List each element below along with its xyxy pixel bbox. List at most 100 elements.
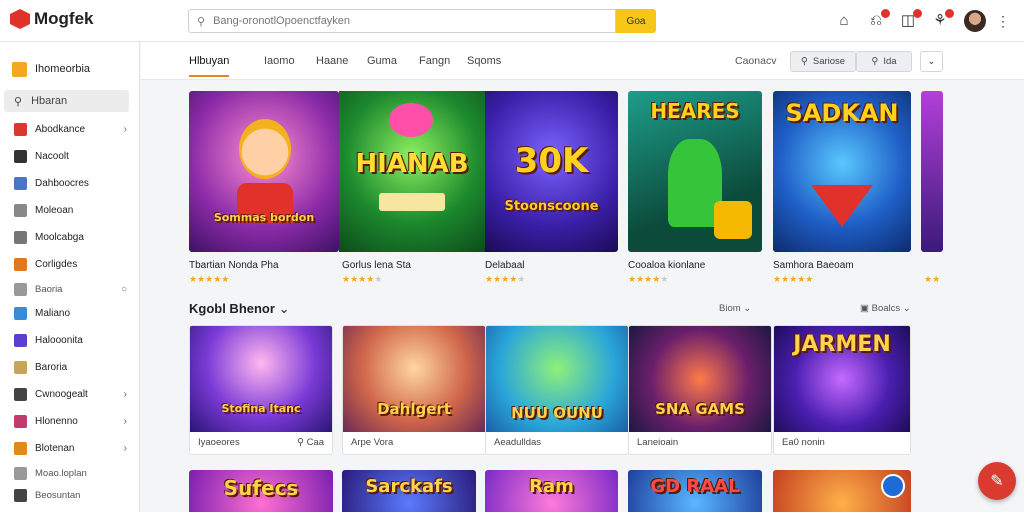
tab-hlbuyan[interactable]: Hlbuyan	[189, 55, 230, 77]
search-icon: ⚲	[197, 15, 206, 28]
game-tile-9[interactable]: GD RAAL	[628, 470, 762, 512]
sidebar-selected-label: Hbaran	[31, 95, 68, 107]
featured-title-1[interactable]: Tbartian Nonda Pha	[189, 260, 279, 271]
game-tile-label: Aeadulldas	[494, 437, 542, 448]
game-tile-art-title: Ram	[529, 476, 574, 497]
featured-card-2[interactable]: HIANAB	[339, 91, 485, 252]
featured-card-art: Sommas bordon	[189, 91, 339, 252]
sort-dropdown[interactable]: Biom ⌄	[719, 303, 751, 314]
search-button[interactable]: Goa	[616, 9, 656, 33]
chevron-down-icon: ⌄	[743, 303, 752, 314]
sidebar-selected-item[interactable]: ⚲ Hbaran	[4, 90, 129, 112]
sidebar-item-blotenan[interactable]: Blotenan ›	[0, 435, 139, 462]
sidebar-item-halooonita[interactable]: Halooonita	[0, 327, 139, 354]
featured-title-4[interactable]: Cooaloa kionlane	[628, 260, 705, 271]
featured-card-3[interactable]: 30K Stoonscoone	[485, 91, 618, 252]
tab-sqoms[interactable]: Sqoms	[467, 55, 501, 67]
character-figure	[239, 119, 291, 179]
featured-art-title: Stoonscoone	[504, 199, 599, 214]
sidebar-item-label: Baoria	[35, 283, 63, 295]
sidebar-item-label: Moolcabga	[35, 232, 84, 243]
app-logo[interactable]: Mogfek	[10, 9, 94, 29]
view-button-label: Ida	[883, 56, 897, 67]
section-title-label: Kgobl Bhenor	[189, 301, 275, 316]
messages-icon[interactable]: ◫	[900, 9, 922, 30]
sidebar-item-baroria[interactable]: Baroria	[0, 354, 139, 381]
game-tile-label: Arpe Vora	[351, 437, 394, 448]
featured-card-1[interactable]: Sommas bordon	[189, 91, 339, 252]
sidebar-item-hlonenno[interactable]: Hlonenno ›	[0, 408, 139, 435]
featured-card-6-partial[interactable]	[921, 91, 943, 252]
category-icon	[14, 204, 27, 217]
sidebar-list: Abodkance › Nacoolt Dahboocres Moleoan Moolca…	[0, 116, 139, 506]
filter-dropdown[interactable]: ▣ Boalcs ⌄	[860, 303, 911, 314]
rating-stars-3: ★★★★★	[485, 274, 526, 284]
game-tile-8[interactable]: Ram	[485, 470, 618, 512]
featured-card-4[interactable]: HEARES	[628, 91, 762, 252]
home-icon[interactable]: ⌂	[836, 12, 852, 30]
game-tile-art-title: Dahlgert	[377, 400, 451, 418]
sidebar-item-moleoan[interactable]: Moleoan	[0, 197, 139, 224]
sidebar-item-beosuntan[interactable]: Beosuntan	[0, 484, 139, 506]
filter-button-label: Sariose	[812, 56, 846, 67]
game-tile-label: Iyaoeores ⚲ Caa	[190, 432, 332, 454]
search-icon: ⚲	[800, 56, 808, 67]
sidebar-item-moolcabga[interactable]: Moolcabga	[0, 224, 139, 251]
more-menu-icon[interactable]: ⋮	[996, 13, 1010, 30]
game-tile-art-title: Sufecs	[223, 476, 299, 500]
featured-title-2[interactable]: Gorlus lena Sta	[342, 260, 411, 271]
featured-title-3[interactable]: Delabaal	[485, 260, 524, 271]
game-tile-art-title: Stofina Itanc	[221, 402, 301, 415]
sidebar-item-corligdes[interactable]: Corligdes	[0, 251, 139, 278]
view-button[interactable]: ⚲ Ida	[856, 51, 912, 72]
message-badge	[913, 9, 922, 18]
sort-dropdown-label: Biom	[719, 303, 741, 314]
category-icon	[14, 388, 27, 401]
user-avatar[interactable]	[964, 10, 986, 32]
tab-haane[interactable]: Haane	[316, 55, 348, 67]
chevron-right-icon: ›	[123, 416, 127, 427]
featured-title-5[interactable]: Samhora Baeoam	[773, 260, 854, 271]
game-tile-art-title: SNA GAMS	[655, 400, 745, 418]
featured-art-title: SADKAN	[785, 99, 899, 127]
sidebar-item-cwnoogealt[interactable]: Cwnoogealt ›	[0, 381, 139, 408]
tab-guma[interactable]: Guma	[367, 55, 397, 67]
chevron-down-icon: ⌄	[927, 56, 936, 67]
game-tile-7[interactable]: Sarckafs	[342, 470, 476, 512]
tab-fangn[interactable]: Fangn	[419, 55, 450, 67]
tab-iaomo[interactable]: Iaomo	[264, 55, 295, 67]
rating-stars-1: ★★★★★	[189, 274, 230, 284]
featured-card-5[interactable]: SADKAN	[773, 91, 911, 252]
category-icon	[14, 150, 27, 163]
game-tile-1[interactable]: Stofina Itanc Iyaoeores ⚲ Caa	[189, 325, 333, 455]
sort-label[interactable]: Caonacv	[735, 55, 776, 67]
game-tile-4[interactable]: SNA GAMS Laneioain	[628, 325, 772, 455]
sidebar-header[interactable]: Ihomeorbia	[0, 42, 139, 82]
featured-card-art: SADKAN	[773, 91, 911, 252]
game-tile-5[interactable]: JARMEN Ea0 nonin	[773, 325, 911, 455]
featured-card-art	[921, 91, 943, 252]
category-icon	[14, 442, 27, 455]
gamepad-icon[interactable]: ⚘	[932, 9, 954, 30]
sidebar-item-label: Dahboocres	[35, 178, 89, 189]
chevron-right-icon: ›	[123, 443, 127, 454]
floating-action-button[interactable]: ✎	[978, 462, 1016, 500]
sidebar-item-dahboocres[interactable]: Dahboocres	[0, 170, 139, 197]
filter-button[interactable]: ⚲ Sariose	[790, 51, 856, 72]
sidebar-item-moao-loplan[interactable]: Moao.loplan	[0, 462, 139, 484]
search-input[interactable]: ⚲ Bang-oronotlOpoenctfayken	[188, 9, 616, 33]
game-tile-3[interactable]: NUU OUNU Aeadulldas	[485, 325, 629, 455]
game-tile-2[interactable]: Dahlgert Arpe Vora	[342, 325, 486, 455]
sidebar-item-baoria[interactable]: Baoria ○	[0, 278, 139, 300]
sidebar-item-abodkance[interactable]: Abodkance ›	[0, 116, 139, 143]
game-tile-10[interactable]	[773, 470, 911, 512]
sidebar-item-nacoolt[interactable]: Nacoolt	[0, 143, 139, 170]
section-title[interactable]: Kgobl Bhenor ⌄	[189, 301, 289, 317]
notifications-icon[interactable]: ⎌	[868, 9, 890, 30]
sidebar-item-maliano[interactable]: Maliano	[0, 300, 139, 327]
sidebar-header-label: Ihomeorbia	[35, 63, 91, 75]
dropdown-button[interactable]: ⌄	[920, 51, 943, 72]
search-placeholder: Bang-oronotlOpoenctfayken	[213, 15, 351, 27]
game-tile-6[interactable]: Sufecs	[189, 470, 333, 512]
game-tile-art: GD RAAL	[628, 470, 762, 512]
